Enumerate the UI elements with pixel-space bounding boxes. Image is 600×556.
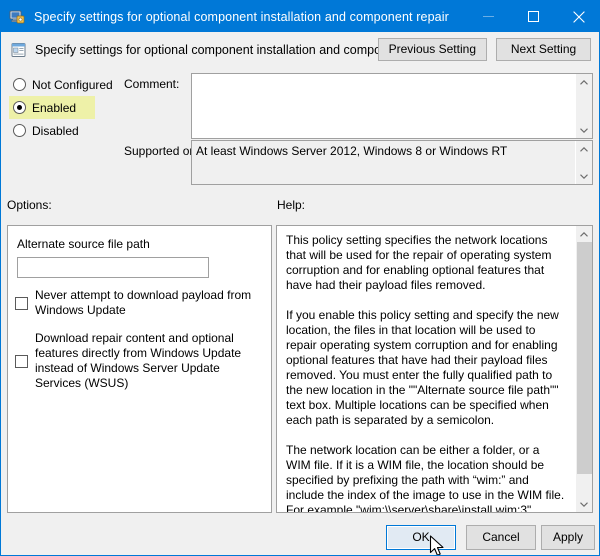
help-paragraph: The network location can be either a fol… xyxy=(286,443,565,512)
scroll-down-icon[interactable] xyxy=(576,496,592,512)
help-scroll-track[interactable] xyxy=(576,242,592,496)
comment-scrollbar[interactable] xyxy=(575,74,592,138)
group-policy-computer-icon xyxy=(9,9,25,25)
alternate-source-path-input[interactable] xyxy=(17,257,209,278)
help-text: This policy setting specifies the networ… xyxy=(277,226,575,512)
cancel-button[interactable]: Cancel xyxy=(466,525,536,550)
apply-button[interactable]: Apply xyxy=(541,525,595,550)
radio-not-configured-label: Not Configured xyxy=(32,77,113,92)
scroll-up-icon[interactable] xyxy=(576,226,592,242)
checkbox-never-download-payload-box[interactable] xyxy=(15,296,28,310)
scroll-up-icon[interactable] xyxy=(576,141,592,157)
maximize-button[interactable] xyxy=(511,1,556,32)
setting-header: Specify settings for optional component … xyxy=(2,32,599,67)
comment-textarea[interactable] xyxy=(191,73,593,139)
help-scrollbar[interactable] xyxy=(575,226,592,512)
supported-on-label: Supported on: xyxy=(124,144,200,158)
help-label: Help: xyxy=(277,198,306,212)
comment-label: Comment: xyxy=(124,77,180,91)
scroll-up-icon[interactable] xyxy=(576,74,592,90)
ok-button[interactable]: OK xyxy=(386,525,456,550)
scroll-down-icon[interactable] xyxy=(576,122,592,138)
supported-on-scroll-track[interactable] xyxy=(576,157,592,168)
comment-scroll-track[interactable] xyxy=(576,90,592,122)
radio-not-configured[interactable]: Not Configured xyxy=(9,73,113,96)
minimize-button[interactable] xyxy=(466,1,511,32)
help-scroll-thumb[interactable] xyxy=(577,242,592,474)
radio-disabled-mark xyxy=(13,124,26,137)
radio-not-configured-mark xyxy=(13,78,26,91)
radio-enabled-mark xyxy=(13,101,26,114)
radio-enabled[interactable]: Enabled xyxy=(9,96,95,119)
supported-on-scrollbar[interactable] xyxy=(575,141,592,184)
supported-on-value: At least Windows Server 2012, Windows 8 … xyxy=(192,141,575,184)
checkbox-never-download-payload-label: Never attempt to download payload from W… xyxy=(35,288,252,317)
help-panel: This policy setting specifies the networ… xyxy=(276,225,593,513)
radio-disabled-label: Disabled xyxy=(32,123,79,138)
alternate-source-path-label: Alternate source file path xyxy=(17,237,150,251)
previous-setting-button[interactable]: Previous Setting xyxy=(377,38,487,61)
options-panel: Alternate source file path Never attempt… xyxy=(7,225,272,513)
help-paragraph: If you enable this policy setting and sp… xyxy=(286,308,559,427)
radio-enabled-label: Enabled xyxy=(32,100,77,115)
comment-value[interactable] xyxy=(192,74,575,138)
setting-title: Specify settings for optional component … xyxy=(35,42,378,57)
title-bar: Specify settings for optional component … xyxy=(1,1,599,32)
checkbox-download-from-windows-update-box[interactable] xyxy=(15,354,28,368)
window-title: Specify settings for optional component … xyxy=(34,9,449,24)
options-label: Options: xyxy=(7,198,52,212)
scroll-down-icon[interactable] xyxy=(576,168,592,184)
policy-setting-icon xyxy=(11,42,27,58)
policy-setting-dialog: Specify settings for optional component … xyxy=(0,0,600,556)
radio-disabled[interactable]: Disabled xyxy=(9,119,95,142)
supported-on-textarea: At least Windows Server 2012, Windows 8 … xyxy=(191,140,593,185)
help-paragraph: This policy setting specifies the networ… xyxy=(286,233,552,292)
checkbox-download-from-windows-update-label: Download repair content and optional fea… xyxy=(35,331,242,390)
close-button[interactable] xyxy=(556,1,599,32)
checkbox-never-download-payload[interactable]: Never attempt to download payload from W… xyxy=(15,288,260,318)
next-setting-button[interactable]: Next Setting xyxy=(496,38,591,61)
checkbox-download-from-windows-update[interactable]: Download repair content and optional fea… xyxy=(15,331,260,391)
